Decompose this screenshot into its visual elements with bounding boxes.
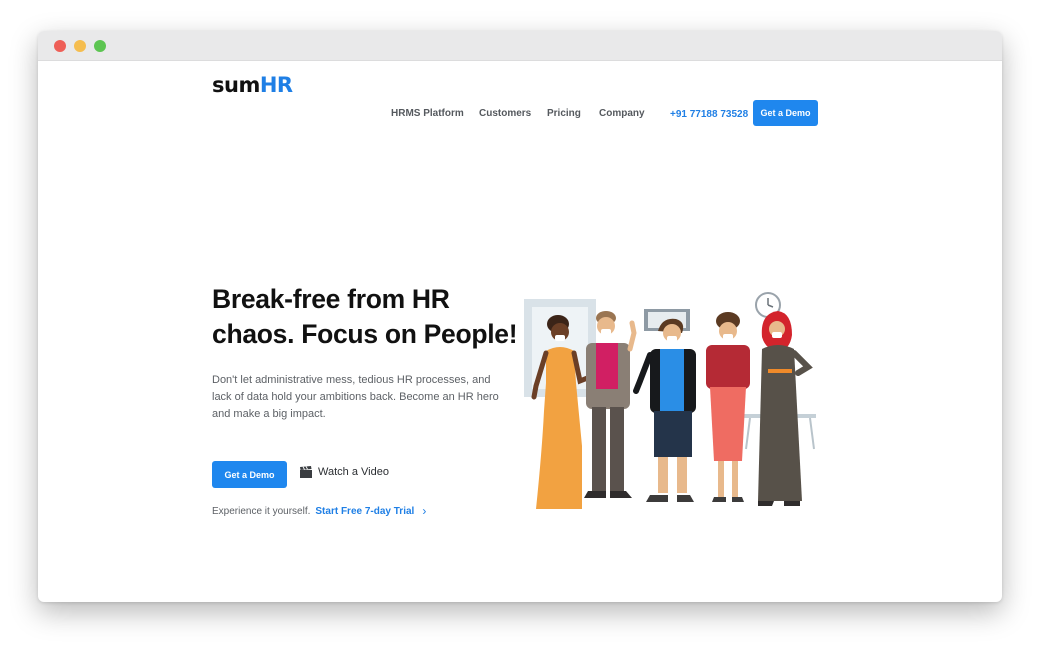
clapperboard-icon: [300, 466, 312, 478]
person-red-dress: [706, 312, 750, 502]
browser-window: sumHR HRMS Platform Customers Pricing Co…: [38, 31, 1002, 602]
trial-prefix-text: Experience it yourself.: [212, 505, 311, 517]
start-trial-link[interactable]: Start Free 7-day Trial: [315, 506, 414, 517]
header-get-demo-button[interactable]: Get a Demo: [753, 100, 818, 126]
watch-video-label: Watch a Video: [318, 466, 389, 478]
maximize-window-button[interactable]: [94, 40, 106, 52]
nav-company[interactable]: Company: [599, 108, 645, 120]
person-hijab: [758, 311, 813, 506]
logo-part-hr: HR: [259, 73, 293, 97]
logo-part-sum: sum: [212, 73, 260, 97]
nav-pricing[interactable]: Pricing: [547, 108, 581, 120]
hero-get-demo-button[interactable]: Get a Demo: [212, 461, 287, 488]
phone-number-link[interactable]: +91 77188 73528: [670, 109, 748, 121]
watch-video-button[interactable]: Watch a Video: [300, 466, 389, 478]
sumhr-logo[interactable]: sumHR: [212, 73, 293, 97]
minimize-window-button[interactable]: [74, 40, 86, 52]
close-window-button[interactable]: [54, 40, 66, 52]
nav-customers[interactable]: Customers: [479, 108, 531, 120]
window-titlebar: [38, 31, 1002, 61]
hero-subtitle: Don't let administrative mess, tedious H…: [212, 374, 499, 420]
chevron-right-icon[interactable]: ›: [422, 504, 426, 518]
landing-page: sumHR HRMS Platform Customers Pricing Co…: [38, 61, 1002, 602]
person-blue-tshirt: [633, 318, 696, 502]
team-illustration: [524, 292, 816, 509]
trial-row: Experience it yourself. Start Free 7-day…: [212, 504, 426, 518]
hero-title: Break-free from HR chaos. Focus on Peopl…: [212, 284, 518, 349]
nav-hrms-platform[interactable]: HRMS Platform: [391, 108, 464, 120]
